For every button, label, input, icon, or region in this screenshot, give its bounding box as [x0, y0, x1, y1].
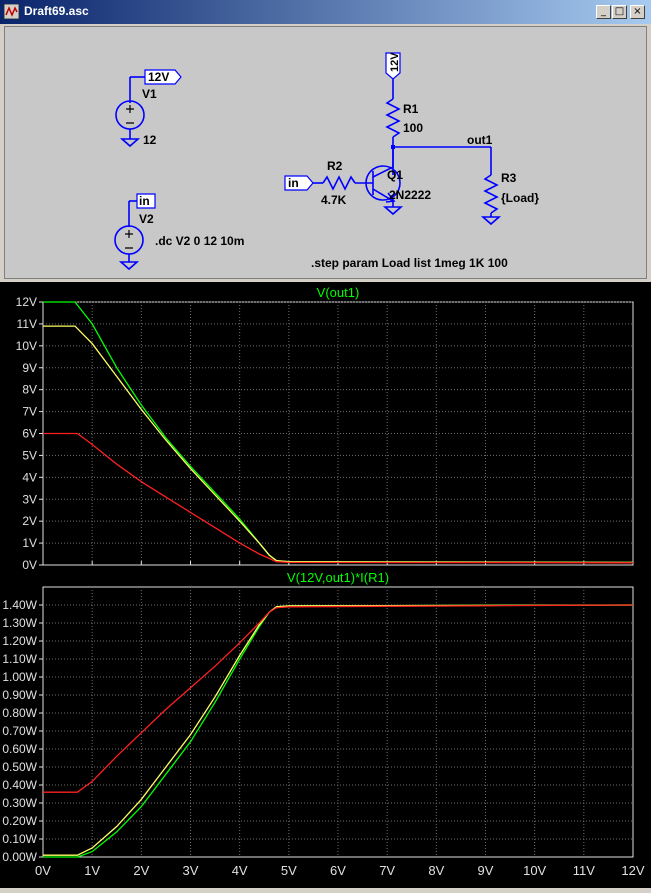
x-tick-label: 12V	[621, 863, 644, 878]
y-tick-label: 10V	[16, 339, 37, 353]
y-tick-label: 1.30W	[2, 616, 37, 630]
y-tick-label: 12V	[16, 295, 37, 309]
q1-name: Q1	[387, 168, 403, 182]
close-button[interactable]: ×	[630, 5, 645, 19]
v2-name: V2	[139, 212, 154, 226]
dc-directive[interactable]: .dc V2 0 12 10m	[155, 234, 244, 248]
y-tick-label: 0.80W	[2, 706, 37, 720]
y-tick-label: 0.20W	[2, 814, 37, 828]
series-line-yellow	[43, 604, 634, 856]
x-tick-label: 1V	[84, 863, 100, 878]
y-tick-label: 8V	[22, 383, 37, 397]
r2-name: R2	[327, 159, 343, 173]
x-tick-label: 6V	[330, 863, 346, 878]
x-tick-label: 5V	[281, 863, 297, 878]
schematic-canvas[interactable]: 12V in 12V in V1 12 V2 .dc V2 0 12 10m R…	[4, 26, 647, 279]
r3-name: R3	[501, 171, 517, 185]
y-tick-label: 0.50W	[2, 760, 37, 774]
chart-title: V(12V,out1)*I(R1)	[287, 570, 389, 585]
x-tick-label: 3V	[183, 863, 199, 878]
net-label-12v-v1[interactable]: 12V	[144, 69, 182, 85]
y-tick-label: 5V	[22, 448, 37, 462]
window-titlebar[interactable]: Draft69.asc _ □ ×	[0, 0, 651, 24]
window-title: Draft69.asc	[24, 4, 89, 18]
net-label-12v-r1[interactable]: 12V	[385, 52, 401, 80]
out1-net-label[interactable]: out1	[467, 133, 493, 147]
y-tick-label: 4V	[22, 470, 37, 484]
y-tick-label: 0.60W	[2, 742, 37, 756]
y-tick-label: 0V	[22, 558, 37, 572]
svg-text:12V: 12V	[148, 70, 169, 84]
y-tick-label: 1.00W	[2, 670, 37, 684]
net-label-in-r2[interactable]: in	[284, 175, 314, 191]
r3-value: {Load}	[501, 191, 539, 205]
y-tick-label: 0.90W	[2, 688, 37, 702]
r1-value: 100	[403, 121, 423, 135]
y-tick-label: 1.10W	[2, 652, 37, 666]
x-tick-label: 11V	[573, 863, 595, 878]
y-tick-label: 7V	[22, 405, 37, 419]
waveform-plot[interactable]: 0V 1V 2V 3V 4V 5V 6V 7V 8V 9V 10V 11V 12V V(out1) 0V 1V…	[0, 282, 651, 888]
x-tick-label: 4V	[232, 863, 248, 878]
chart-title: V(out1)	[317, 285, 360, 300]
minimize-button[interactable]: _	[596, 5, 611, 19]
maximize-button[interactable]: □	[612, 5, 627, 19]
x-tick-label: 9V	[478, 863, 494, 878]
net-label-in-v2[interactable]: in	[136, 193, 156, 209]
svg-text:12V: 12V	[389, 52, 401, 72]
y-tick-label: 0.70W	[2, 724, 37, 738]
y-tick-label: 0.00W	[2, 850, 37, 864]
y-tick-label: 2V	[22, 514, 37, 528]
q1-model: 2N2222	[389, 188, 431, 202]
x-tick-label: 7V	[379, 863, 395, 878]
x-tick-label: 0V	[35, 863, 51, 878]
r2-value: 4.7K	[321, 193, 347, 207]
ltspice-app-icon	[4, 4, 19, 19]
y-tick-label: 1.20W	[2, 634, 37, 648]
svg-text:in: in	[288, 176, 299, 190]
x-tick-label: 2V	[133, 863, 149, 878]
step-directive[interactable]: .step param Load list 1meg 1K 100	[311, 256, 508, 270]
y-tick-label: 6V	[22, 427, 37, 441]
schematic-drawing: 12V in 12V in V1 12 V2 .dc V2 0 12 10m R…	[114, 52, 539, 271]
v1-value: 12	[143, 133, 157, 147]
r1-name: R1	[403, 102, 419, 116]
y-tick-label: 0.10W	[2, 832, 37, 846]
y-tick-label: 9V	[22, 361, 37, 375]
y-tick-label: 0.40W	[2, 778, 37, 792]
waveform-viewer[interactable]: 0V 1V 2V 3V 4V 5V 6V 7V 8V 9V 10V 11V 12V V(out1) 0V 1V…	[0, 282, 651, 888]
junction-dot	[391, 145, 395, 149]
v1-polarity-icon	[126, 105, 134, 124]
y-tick-label: 0.30W	[2, 796, 37, 810]
x-tick-label: 10V	[523, 863, 546, 878]
v1-name: V1	[142, 87, 157, 101]
v2-polarity-icon	[125, 230, 133, 249]
y-tick-label: 1.40W	[2, 598, 37, 612]
svg-text:in: in	[139, 194, 150, 208]
x-tick-label: 8V	[428, 863, 444, 878]
series-line-yellow	[43, 325, 634, 564]
y-tick-label: 3V	[22, 492, 37, 506]
y-tick-label: 1V	[22, 536, 37, 550]
y-tick-label: 11V	[17, 317, 37, 331]
